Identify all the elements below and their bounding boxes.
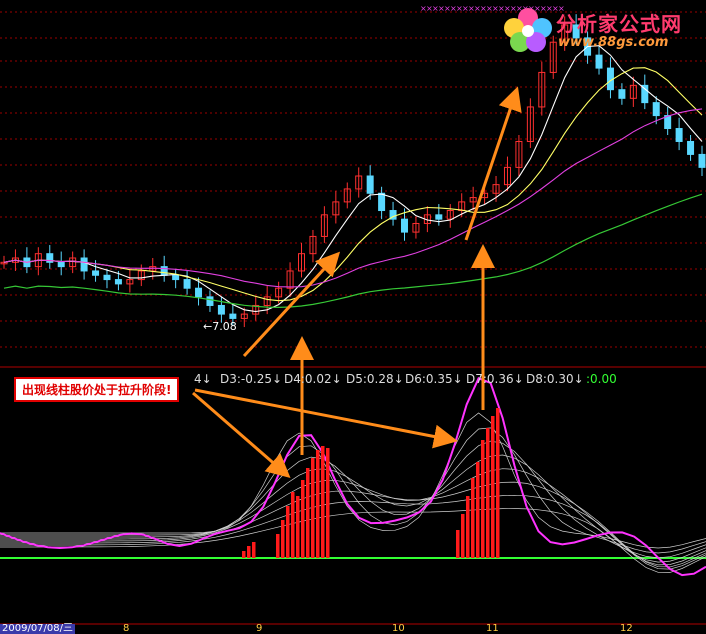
candle-body-56 [641, 84, 649, 104]
histogram-bar-17 [471, 478, 475, 558]
histogram-bar-10 [311, 458, 315, 558]
candle-body-52 [595, 54, 603, 69]
histogram-bar-16 [466, 496, 470, 558]
annotation-callout: 出现线柱股价处于拉升阶段! [14, 377, 180, 402]
histogram-bar-7 [296, 496, 300, 558]
indicator-fan-line-4 [0, 468, 706, 566]
candle-body-61 [698, 153, 706, 168]
indicator-label-d4: D4:0.02↓ [284, 372, 342, 386]
candle-body-17 [195, 287, 203, 298]
histogram-bar-13 [326, 448, 330, 558]
candle-body-18 [206, 296, 214, 306]
indicator-label-d6: D6:0.35↓ [405, 372, 463, 386]
histogram-bar-11 [316, 450, 320, 558]
histogram-bar-20 [486, 428, 490, 558]
histogram-bar-12 [321, 446, 325, 558]
site-logo: 分析家公式网 www.88gs.com [500, 4, 700, 56]
logo-title: 分析家公式网 [556, 12, 682, 36]
candle-body-57 [652, 102, 660, 117]
histogram-bar-2 [252, 542, 256, 558]
candle-body-54 [618, 89, 626, 99]
stock-chart-canvas: ←7.08×××××××××××××××××××××××× [0, 4, 706, 625]
candle-body-9 [103, 274, 111, 281]
candle-body-35 [400, 218, 408, 233]
cursor-date: 2009/07/08/三 [0, 623, 76, 634]
arrow-callout-to-second-bars [194, 388, 458, 449]
candle-body-14 [160, 266, 168, 276]
month-label-9: 9 [256, 623, 263, 634]
indicator-label-d2: 4↓ [194, 372, 212, 386]
candle-body-20 [229, 313, 237, 319]
candle-body-60 [687, 140, 695, 155]
month-label-11: 11 [486, 623, 499, 634]
histogram-bar-6 [291, 492, 295, 558]
candle-body-38 [435, 214, 443, 220]
candle-body-8 [92, 270, 100, 276]
arrow-to-second-rally [464, 86, 522, 241]
month-label-10: 10 [392, 623, 405, 634]
indicator-fan-line-3 [0, 454, 706, 563]
histogram-bar-4 [281, 520, 285, 558]
indicator-fan-line-2 [0, 440, 706, 559]
candle-body-16 [183, 279, 191, 289]
histogram-bar-5 [286, 506, 290, 558]
histogram-bar-18 [476, 462, 480, 558]
indicator-label-zero: :0.00 [586, 372, 617, 386]
histogram-bar-15 [461, 514, 465, 558]
ma-line-short [3, 45, 703, 313]
histogram-bar-0 [242, 551, 246, 558]
candle-body-15 [172, 274, 180, 281]
histogram-bar-19 [481, 440, 485, 558]
candle-body-19 [217, 304, 225, 315]
candle-body-33 [378, 192, 386, 212]
candle-body-5 [57, 261, 65, 268]
indicator-fan-line-7 [0, 508, 706, 573]
candle-body-59 [675, 128, 683, 142]
indicator-label-d3: D3:-0.25↓ [220, 372, 283, 386]
month-label-8: 8 [123, 623, 130, 634]
chart-window: ←7.08×××××××××××××××××××××××× 分析家公式网 www… [0, 0, 706, 634]
candle-body-7 [80, 257, 88, 272]
indicator-label-d7: D7:0.36↓ [466, 372, 524, 386]
histogram-bar-8 [301, 480, 305, 558]
histogram-bar-14 [456, 530, 460, 558]
low-price-marker: ←7.08 [203, 320, 237, 333]
flower-logo-icon [504, 8, 552, 52]
candle-body-10 [114, 279, 122, 285]
ma-line-long [3, 108, 703, 288]
histogram-bar-9 [306, 468, 310, 558]
indicator-label-d5: D5:0.28↓ [346, 372, 404, 386]
candle-body-32 [366, 175, 374, 194]
histogram-bar-3 [276, 534, 280, 558]
indicator-label-d8: D8:0.30↓ [526, 372, 584, 386]
histogram-bar-1 [247, 546, 251, 558]
histogram-bar-22 [496, 408, 500, 558]
logo-url: www.88gs.com [558, 35, 669, 50]
month-label-12: 12 [620, 623, 633, 634]
histogram-bar-21 [491, 416, 495, 558]
indicator-main-line [0, 377, 706, 577]
